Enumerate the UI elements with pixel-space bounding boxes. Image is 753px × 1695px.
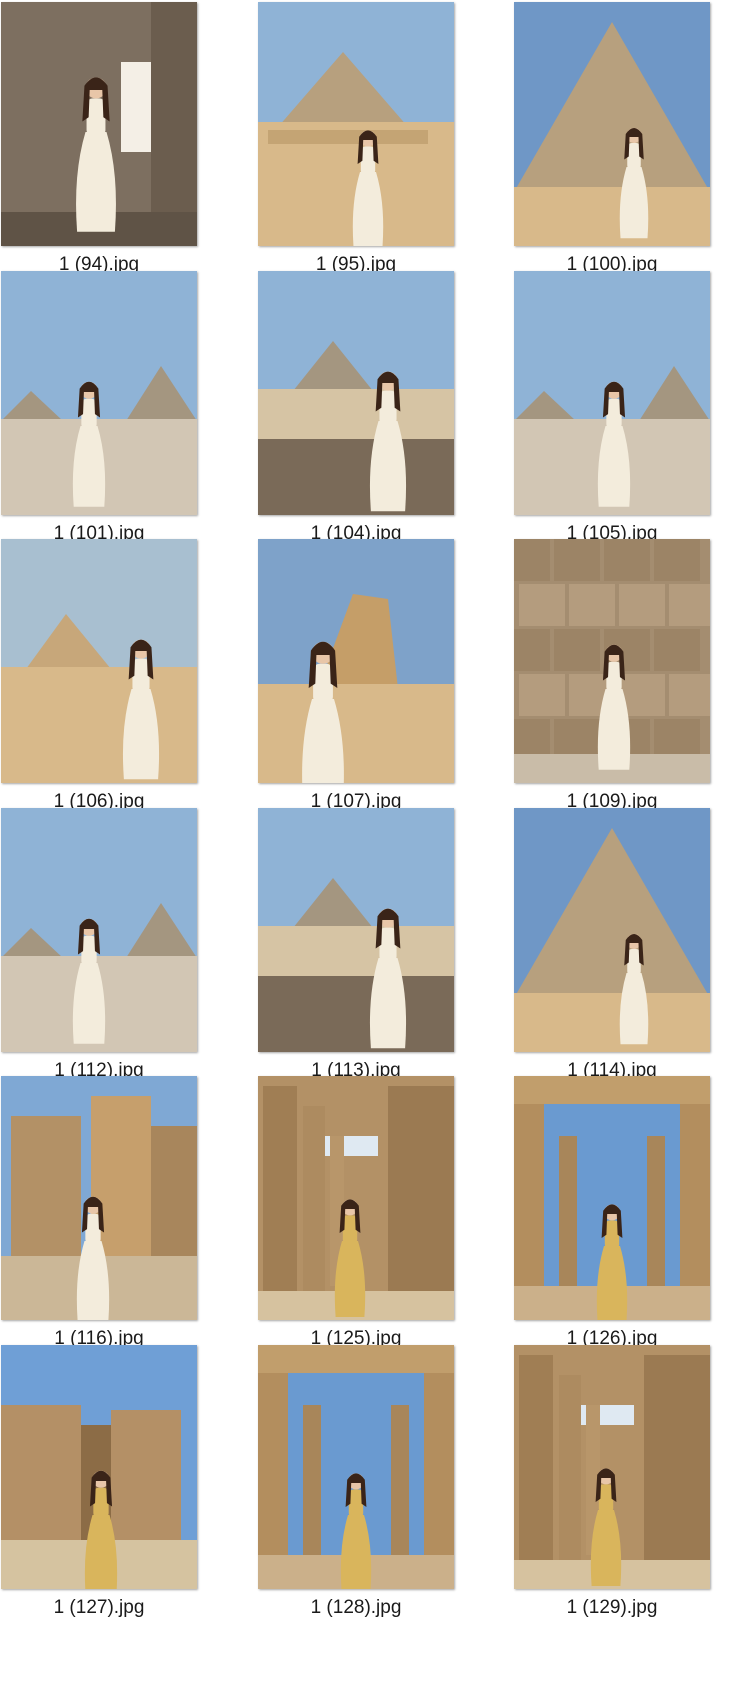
file-thumbnail-item[interactable]: 1 (114).jpg: [514, 808, 712, 1098]
file-thumbnail-item[interactable]: 1 (109).jpg: [514, 539, 712, 829]
photo-thumbnail[interactable]: [258, 539, 454, 783]
photo-preview-image: [514, 1345, 710, 1589]
photo-thumbnail[interactable]: [258, 1076, 454, 1320]
photo-thumbnail[interactable]: [1, 271, 197, 515]
file-thumbnail-item[interactable]: 1 (101).jpg: [1, 271, 199, 561]
photo-thumbnail[interactable]: [1, 1076, 197, 1320]
file-thumbnail-item[interactable]: 1 (113).jpg: [258, 808, 456, 1098]
photo-thumbnail[interactable]: [258, 1345, 454, 1589]
photo-preview-image: [258, 1076, 454, 1320]
photo-preview-image: [1, 539, 197, 783]
photo-thumbnail[interactable]: [514, 1076, 710, 1320]
photo-thumbnail[interactable]: [258, 271, 454, 515]
file-thumbnail-item[interactable]: 1 (104).jpg: [258, 271, 456, 561]
photo-thumbnail[interactable]: [258, 808, 454, 1052]
photo-thumbnail[interactable]: [1, 1345, 197, 1589]
photo-preview-image: [1, 808, 197, 1052]
file-thumbnail-item[interactable]: 1 (127).jpg: [1, 1345, 199, 1635]
photo-thumbnail[interactable]: [514, 2, 710, 246]
photo-thumbnail[interactable]: [1, 539, 197, 783]
file-thumbnail-item[interactable]: 1 (129).jpg: [514, 1345, 712, 1635]
file-thumbnail-item[interactable]: 1 (125).jpg: [258, 1076, 456, 1366]
file-thumbnail-item[interactable]: 1 (94).jpg: [1, 2, 199, 292]
photo-thumbnail[interactable]: [514, 271, 710, 515]
photo-thumbnail[interactable]: [514, 1345, 710, 1589]
photo-preview-image: [258, 2, 454, 246]
file-thumbnail-item[interactable]: 1 (128).jpg: [258, 1345, 456, 1635]
file-thumbnail-item[interactable]: 1 (106).jpg: [1, 539, 199, 829]
file-thumbnail-item[interactable]: 1 (95).jpg: [258, 2, 456, 292]
file-name-label[interactable]: 1 (129).jpg: [514, 1597, 710, 1619]
photo-preview-image: [258, 271, 454, 515]
photo-preview-image: [514, 1076, 710, 1320]
photo-preview-image: [514, 808, 710, 1052]
photo-thumbnail[interactable]: [258, 2, 454, 246]
photo-preview-image: [514, 271, 710, 515]
photo-preview-image: [258, 539, 454, 783]
photo-preview-image: [1, 1345, 197, 1589]
photo-thumbnail[interactable]: [514, 808, 710, 1052]
photo-preview-image: [514, 539, 710, 783]
photo-preview-image: [258, 1345, 454, 1589]
file-name-label[interactable]: 1 (128).jpg: [258, 1597, 454, 1619]
photo-preview-image: [1, 271, 197, 515]
photo-preview-image: [514, 2, 710, 246]
file-thumbnail-item[interactable]: 1 (126).jpg: [514, 1076, 712, 1366]
photo-preview-image: [1, 2, 197, 246]
file-thumbnail-item[interactable]: 1 (105).jpg: [514, 271, 712, 561]
file-thumbnail-item[interactable]: 1 (112).jpg: [1, 808, 199, 1098]
photo-preview-image: [258, 808, 454, 1052]
photo-thumbnail[interactable]: [1, 808, 197, 1052]
file-thumbnail-item[interactable]: 1 (116).jpg: [1, 1076, 199, 1366]
photo-thumbnail[interactable]: [1, 2, 197, 246]
photo-preview-image: [1, 1076, 197, 1320]
file-thumbnail-item[interactable]: 1 (107).jpg: [258, 539, 456, 829]
file-name-label[interactable]: 1 (127).jpg: [1, 1597, 197, 1619]
photo-thumbnail[interactable]: [514, 539, 710, 783]
file-thumbnail-grid: 1 (94).jpg 1 (95).jpg 1 (100).jpg 1 (101…: [0, 0, 753, 1695]
file-thumbnail-item[interactable]: 1 (100).jpg: [514, 2, 712, 292]
